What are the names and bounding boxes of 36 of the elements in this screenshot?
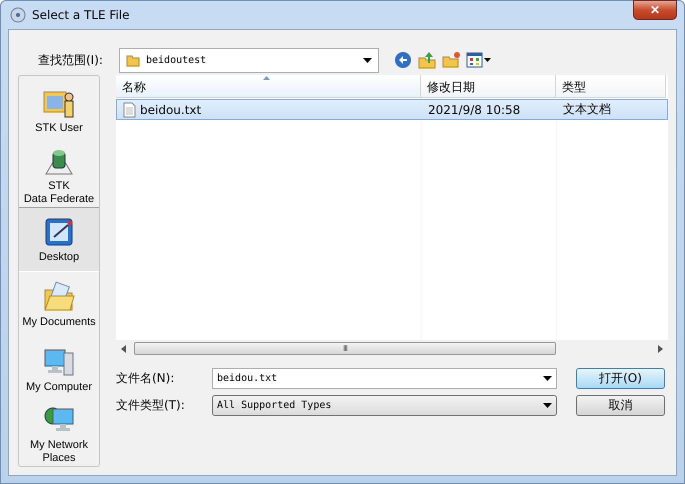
date-cell-text: 2021/9/8 10:58 <box>427 102 522 116</box>
new-folder-icon[interactable] <box>442 51 460 69</box>
file-name-cell: beidou.txt <box>117 102 422 118</box>
file-name-label: 文件名(N): <box>116 370 176 386</box>
back-icon[interactable] <box>394 51 412 69</box>
file-type-label: 文件类型(T): <box>116 396 186 414</box>
window-title: Select a TLE File <box>32 8 130 22</box>
column-header[interactable]: 类型 <box>556 75 666 98</box>
view-menu-icon[interactable] <box>466 52 492 68</box>
places-item[interactable]: My Computer <box>19 336 99 402</box>
app-icon <box>10 7 26 23</box>
column-header[interactable]: 修改日期 <box>421 75 556 98</box>
folder-icon <box>126 53 140 67</box>
dropdown-caret-icon[interactable] <box>543 376 552 380</box>
dropdown-caret-icon[interactable] <box>543 402 552 408</box>
text-file-icon <box>123 102 136 118</box>
places-item[interactable]: My Network Places <box>19 401 99 466</box>
places-item[interactable]: STK Data Federate <box>19 142 99 208</box>
open-button[interactable]: 打开(O) <box>576 368 665 388</box>
up-folder-icon[interactable] <box>418 51 436 69</box>
type-cell-text: 文本文档 <box>562 101 612 118</box>
places-item[interactable]: Desktop <box>19 207 99 272</box>
places-item[interactable]: STK User <box>19 78 99 143</box>
close-button[interactable]: ✕ <box>633 0 677 20</box>
look-in-dropdown[interactable]: beidoutest <box>119 48 379 72</box>
sort-arrow-icon <box>263 76 270 80</box>
scroll-thumb[interactable]: III <box>134 342 556 355</box>
places-item[interactable]: My Documents <box>19 272 99 337</box>
file-name-field[interactable]: beidou.txt <box>212 368 557 388</box>
file-type-dropdown[interactable]: All Supported Types <box>212 394 557 416</box>
cancel-button[interactable]: 取消 <box>576 394 665 416</box>
column-header[interactable]: 名称 <box>116 75 421 98</box>
horizontal-scrollbar[interactable]: III <box>116 340 668 357</box>
file-row[interactable]: beidou.txt 2021/9/8 10:58 文本文档 <box>116 99 668 120</box>
dropdown-caret-icon[interactable] <box>363 58 372 62</box>
look-in-label: 查找范围(I): <box>37 52 104 68</box>
